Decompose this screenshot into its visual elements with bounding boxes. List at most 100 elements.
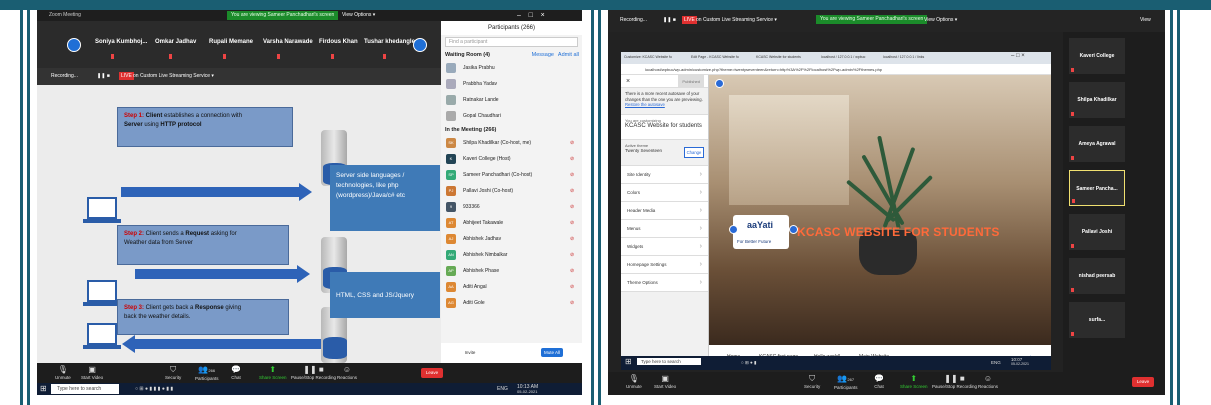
share-banner: You are viewing Sameer Panchadhari's scr… xyxy=(816,15,928,24)
waiting-participant-row[interactable]: Prabbha Yadav xyxy=(441,76,582,92)
meeting-participant-row[interactable]: SK Shilpa Khadilkar (Co-host, me) ⊘ xyxy=(441,135,582,151)
leave-button[interactable]: Leave xyxy=(1132,377,1154,387)
customizer-menu-item[interactable]: Header Media xyxy=(621,202,708,220)
security-button[interactable]: ⛉ Security xyxy=(804,374,820,389)
mute-all-button[interactable]: Mute All xyxy=(541,348,563,357)
video-tile[interactable]: Shilpa Khadilkar xyxy=(1069,82,1125,118)
windows-start-icon[interactable]: ⊞ xyxy=(40,384,47,393)
change-theme-button[interactable]: Change xyxy=(684,147,704,158)
in-meeting-header: In the Meeting (266) xyxy=(445,127,497,133)
message-link[interactable]: Message xyxy=(532,52,554,58)
browser-tab[interactable]: Edit Page - KCASC Website fo xyxy=(691,55,739,59)
browser-tab[interactable]: localhost / 127.0.0.1 / links xyxy=(883,55,924,59)
stream-service-dropdown[interactable]: on Custom Live Streaming Service ▾ xyxy=(696,17,777,23)
meeting-participant-row[interactable]: PJ Pallavi Joshi (Co-host) ⊘ xyxy=(441,183,582,199)
step1-server: Server xyxy=(124,122,143,128)
meeting-participant-row[interactable]: AT Abhijeet Takawale ⊘ xyxy=(441,215,582,231)
meeting-participant-row[interactable]: AP Abhishek Phase ⊘ xyxy=(441,263,582,279)
browser-tab[interactable]: KCASC Website for students xyxy=(756,55,801,59)
chat-button[interactable]: 💬 Chat xyxy=(231,365,241,380)
waiting-participant-row[interactable]: Jasika Prabhu xyxy=(441,60,582,76)
live-badge: LIVE xyxy=(682,16,697,24)
share-screen-icon: ⬆ xyxy=(269,365,277,374)
meeting-participant-row[interactable]: AG Aditi Gole ⊘ xyxy=(441,295,582,311)
taskbar-apps-icon[interactable]: ○ ⊞ ● ▮ xyxy=(741,360,756,366)
customizer-menu-item[interactable]: Menus xyxy=(621,220,708,238)
lang-indicator: ENG xyxy=(497,386,508,392)
recording-control-button[interactable]: ❚❚ ■ Pause/Stop Recording xyxy=(932,374,977,389)
close-icon[interactable]: × xyxy=(626,78,630,85)
recording-control-button[interactable]: ❚❚ ■ Pause/Stop Recording xyxy=(291,365,336,380)
view-button[interactable]: View xyxy=(1140,17,1151,23)
chat-button[interactable]: 💬 Chat xyxy=(874,374,884,389)
meeting-participant-row[interactable]: AA Aditi Angal ⊘ xyxy=(441,279,582,295)
taskbar-search-input[interactable]: Type here to search xyxy=(51,384,119,394)
customizer-menu-item[interactable]: Widgets xyxy=(621,238,708,256)
participant-search-input[interactable]: Find a participant xyxy=(445,37,578,47)
participants-button[interactable]: 👥267 Participants xyxy=(834,374,858,390)
customizer-menu-item[interactable]: Homepage Settings xyxy=(621,256,708,274)
address-bar[interactable]: localhost/wpbuc/wp-admin/customize.php?t… xyxy=(621,64,1051,75)
share-screen-button[interactable]: ⬆ Share Screen xyxy=(900,374,928,389)
gallery-prev-button[interactable] xyxy=(67,38,81,52)
video-tile[interactable]: nishad peersab xyxy=(1069,258,1125,294)
admit-all-link[interactable]: Admit all xyxy=(558,52,579,58)
browser-tab[interactable]: Customize: KCASC Website fo xyxy=(624,55,672,59)
view-options-button[interactable]: View Options ▾ xyxy=(342,11,375,20)
unmute-button[interactable]: 🎙 Unmute xyxy=(55,365,71,380)
edit-shortcut-icon[interactable] xyxy=(729,225,738,234)
pause-icon[interactable]: ❚❚ ■ xyxy=(97,73,110,79)
reactions-button[interactable]: ☺ Reactions xyxy=(978,374,998,389)
muted-mic-icon: ⊘ xyxy=(570,252,575,258)
video-tile[interactable]: Sameer Pancha... xyxy=(1069,170,1125,206)
share-screen-icon: ⬆ xyxy=(910,374,918,383)
video-tile[interactable]: surfa... xyxy=(1069,302,1125,338)
participant-avatar: AP xyxy=(446,266,456,276)
start-video-button[interactable]: ▣ Start Video xyxy=(81,365,103,380)
arrow-right xyxy=(135,269,297,279)
waiting-participant-row[interactable]: Ratnakar Lande xyxy=(441,92,582,108)
video-tile[interactable]: Pallavi Joshi xyxy=(1069,214,1125,250)
share-screen-button[interactable]: ⬆ Share Screen xyxy=(259,365,287,380)
windows-start-icon[interactable]: ⊞ xyxy=(625,357,632,366)
browser-window-controls[interactable]: – □ × xyxy=(1011,53,1025,59)
pause-icon[interactable]: ❚❚ ■ xyxy=(663,17,676,23)
customizer-menu-item[interactable]: Theme Options xyxy=(621,274,708,292)
meeting-participant-row[interactable]: SP Sameer Panchadhari (Co-host) ⊘ xyxy=(441,167,582,183)
reactions-button[interactable]: ☺ Reactions xyxy=(337,365,357,380)
restore-autosave-link[interactable]: Restore the autosave xyxy=(625,102,665,107)
video-tile[interactable]: Kaveri College xyxy=(1069,38,1125,74)
meeting-participant-row[interactable]: AN Abhishek Nimbalkar ⊘ xyxy=(441,247,582,263)
mic-off-icon: 🎙 xyxy=(57,365,68,374)
customizer-menu-item[interactable]: Colors xyxy=(621,184,708,202)
taskbar-search-input[interactable]: Type here to search xyxy=(637,358,701,365)
edit-shortcut-icon[interactable] xyxy=(789,225,798,234)
window-controls[interactable]: – □ × xyxy=(517,11,545,20)
participants-button[interactable]: 👥266 Participants xyxy=(195,365,219,381)
participant-avatar: AA xyxy=(446,282,456,292)
arrow-right xyxy=(121,187,299,197)
autosave-notice: There is a more recent autosave of your … xyxy=(625,91,703,107)
browser-tab[interactable]: localhost / 127.0.0.1 / wpbuc xyxy=(821,55,865,59)
stream-service-dropdown[interactable]: on Custom Live Streaming Service ▾ xyxy=(133,73,214,79)
meeting-participant-row[interactable]: AJ Abhishek Jadhav ⊘ xyxy=(441,231,582,247)
start-video-button[interactable]: ▣ Start Video xyxy=(654,374,676,389)
video-tile[interactable]: Ameya Agrawal xyxy=(1069,126,1125,162)
participant-avatar xyxy=(446,95,456,105)
view-options-button[interactable]: View Options ▾ xyxy=(924,17,957,23)
unmute-button[interactable]: 🎙 Unmute xyxy=(626,374,642,389)
security-button[interactable]: ⛉ Security xyxy=(165,365,181,380)
participant-name: Kaveri College (Host) xyxy=(463,156,511,162)
customizer-menu-item[interactable]: Site Identity xyxy=(621,166,708,184)
published-button[interactable]: Published xyxy=(678,75,704,88)
chat-icon: 💬 xyxy=(874,374,884,383)
participant-avatar xyxy=(446,79,456,89)
taskbar-apps-icon[interactable]: ○ ⊞ ● ▮ ▮ ▮ ● ▮ ▮ xyxy=(135,386,173,392)
invite-button[interactable]: Invite xyxy=(461,348,479,357)
edit-shortcut-icon[interactable] xyxy=(715,79,724,88)
gallery-next-button[interactable] xyxy=(413,38,427,52)
leave-button[interactable]: Leave xyxy=(421,368,443,378)
meeting-participant-row[interactable]: 9 933366 ⊘ xyxy=(441,199,582,215)
meeting-participant-row[interactable]: K Kaveri College (Host) ⊘ xyxy=(441,151,582,167)
waiting-participant-row[interactable]: Gopal Chaudhari xyxy=(441,108,582,124)
